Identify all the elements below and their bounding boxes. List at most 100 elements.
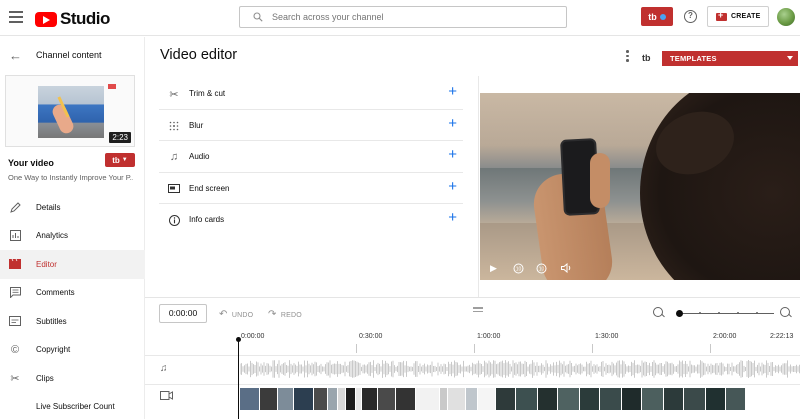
more-options-icon[interactable] <box>626 50 629 64</box>
add-icon[interactable]: + <box>448 84 457 100</box>
tick-label: 0:30:00 <box>359 333 383 340</box>
sidebar-item-copyright[interactable]: © Copyright <box>0 336 145 365</box>
create-button[interactable]: CREATE <box>707 6 769 27</box>
svg-text:10: 10 <box>516 267 522 273</box>
zoom-slider-track[interactable] <box>678 313 774 314</box>
volume-icon[interactable] <box>561 262 573 275</box>
tick-label: 1:00:00 <box>477 333 501 340</box>
tick-line <box>592 344 593 353</box>
redo-button[interactable]: ↷ REDO <box>268 309 302 320</box>
create-label: CREATE <box>731 13 761 20</box>
duration-badge: 2:23 <box>109 132 131 143</box>
video-title: One Way to Instantly Improve Your P... <box>8 173 133 182</box>
tool-audio[interactable]: ♫ Audio + <box>159 141 463 173</box>
scissors-icon: ✂ <box>10 372 20 385</box>
sidebar-item-label: Clips <box>36 373 54 383</box>
scissors-icon: ✂ <box>169 88 179 101</box>
timeline-divider <box>145 297 800 298</box>
sidebar-item-clips[interactable]: ✂ Clips <box>0 364 145 393</box>
video-frame <box>516 388 538 410</box>
zoom-out-icon[interactable] <box>653 307 663 317</box>
search-input[interactable] <box>272 9 562 25</box>
tool-label: End screen <box>189 183 230 193</box>
sidebar-item-subtitles[interactable]: Subtitles <box>0 307 145 336</box>
video-add-icon <box>716 10 727 21</box>
undo-label: UNDO <box>231 312 254 319</box>
tool-trim-cut[interactable]: ✂ Trim & cut + <box>159 78 463 110</box>
sidebar-item-details[interactable]: Details <box>0 193 145 222</box>
channel-content-link[interactable]: Channel content <box>36 50 102 60</box>
help-icon[interactable]: ? <box>684 10 697 23</box>
resize-handle-icon[interactable] <box>473 307 483 314</box>
video-frame <box>240 388 260 410</box>
sidebar-item-editor[interactable]: Editor <box>0 250 145 279</box>
zoom-in-icon[interactable] <box>780 307 790 317</box>
tick-label: 2:00:00 <box>713 333 737 340</box>
sidebar-item-analytics[interactable]: Analytics <box>0 222 145 251</box>
forward-10-icon[interactable]: 10 <box>536 263 547 276</box>
video-track[interactable] <box>240 388 800 410</box>
playhead-handle[interactable] <box>236 337 241 342</box>
video-frame <box>314 388 328 410</box>
tool-end-screen[interactable]: End screen + <box>159 173 463 204</box>
avatar[interactable] <box>777 8 795 26</box>
comments-icon <box>9 287 21 299</box>
search-icon <box>253 12 263 22</box>
track-divider <box>145 355 800 356</box>
add-icon[interactable]: + <box>448 178 457 195</box>
sidebar-item-comments[interactable]: Comments <box>0 279 145 308</box>
zoom-slider-handle[interactable] <box>676 310 683 317</box>
video-frame <box>440 388 448 410</box>
video-frame <box>346 388 356 410</box>
end-screen-icon <box>168 183 180 195</box>
timeline-ruler[interactable]: 0:00:00 0:30:00 1:00:00 1:30:00 2:00:00 … <box>238 328 800 354</box>
video-frame <box>622 388 642 410</box>
page-title: Video editor <box>160 47 238 63</box>
video-thumbnail[interactable]: 2:23 <box>5 75 135 147</box>
undo-button[interactable]: ↶ UNDO <box>219 309 253 320</box>
copyright-icon: © <box>10 343 20 356</box>
sidebar-item-live-subscriber-count[interactable]: Live Subscriber Count <box>0 393 145 419</box>
tubebuddy-button[interactable]: tb <box>641 7 673 26</box>
menu-icon[interactable] <box>9 11 23 23</box>
thumbnail-image <box>38 86 104 138</box>
undo-icon: ↶ <box>219 309 228 320</box>
play-icon[interactable]: ▶ <box>490 263 497 274</box>
tubebuddy-video-button[interactable]: tb ▼ <box>105 153 135 167</box>
studio-logo[interactable]: Studio <box>35 9 110 29</box>
redo-icon: ↷ <box>268 309 277 320</box>
sidebar-nav: Details Analytics Editor Comments Subtit… <box>0 193 145 419</box>
video-frame <box>362 388 378 410</box>
redo-label: REDO <box>280 312 302 319</box>
preview-fingers <box>590 153 610 208</box>
tool-info-cards[interactable]: Info cards + <box>159 204 463 236</box>
zoom-tick <box>718 312 720 314</box>
tick-label: 1:30:00 <box>595 333 619 340</box>
editor-icon <box>9 258 21 270</box>
video-camera-icon <box>160 391 173 403</box>
video-frame <box>496 388 516 410</box>
tool-label: Info cards <box>189 215 225 224</box>
video-preview[interactable] <box>480 93 800 280</box>
current-time-field[interactable]: 0:00:00 <box>159 304 207 323</box>
audio-waveform[interactable] <box>240 360 800 378</box>
player-controls: ▶ 10 10 <box>480 259 800 280</box>
logo-text: Studio <box>60 9 110 28</box>
playhead[interactable] <box>238 339 239 419</box>
templates-dropdown[interactable]: TEMPLATES <box>662 51 798 66</box>
rewind-10-icon[interactable]: 10 <box>513 263 524 276</box>
tool-blur[interactable]: Blur + <box>159 110 463 141</box>
back-arrow-icon[interactable]: ← <box>9 48 22 63</box>
sidebar-item-label: Details <box>36 202 61 212</box>
add-icon[interactable]: + <box>448 115 457 132</box>
video-frame <box>600 388 622 410</box>
video-frame <box>328 388 338 410</box>
add-icon[interactable]: + <box>448 147 457 163</box>
tubebuddy-icon[interactable]: tb <box>642 53 651 63</box>
zoom-tick <box>737 312 739 314</box>
video-frame <box>478 388 496 410</box>
add-icon[interactable]: + <box>448 210 457 226</box>
video-frame <box>378 388 396 410</box>
sidebar-item-label: Editor <box>36 259 57 269</box>
video-frame <box>726 388 746 410</box>
